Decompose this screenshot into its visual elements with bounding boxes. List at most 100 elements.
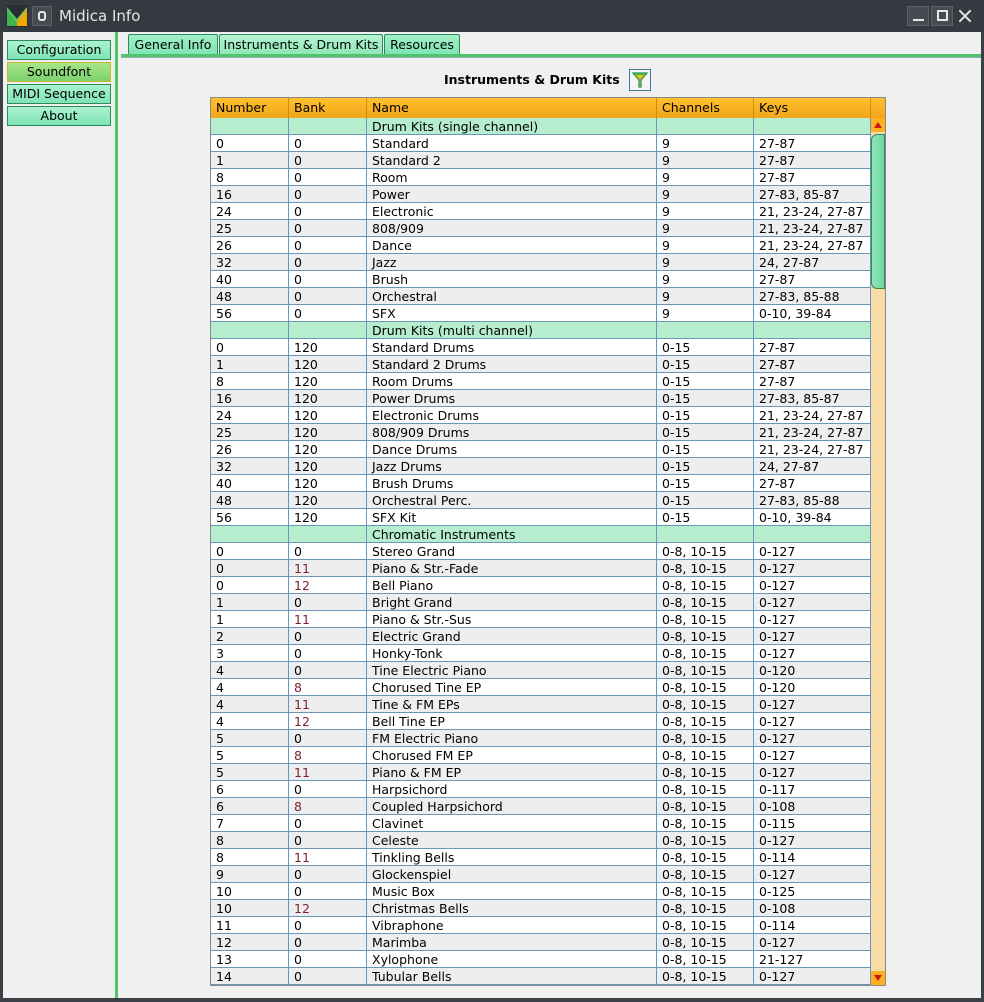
table-row[interactable]: 1 120 Standard 2 Drums 0-15 27-87 (211, 356, 871, 373)
table-row[interactable]: 8 11 Tinkling Bells 0-8, 10-15 0-114 (211, 849, 871, 866)
table-row[interactable]: 8 0 Room 9 27-87 (211, 169, 871, 186)
table-row[interactable]: 2 0 Electric Grand 0-8, 10-15 0-127 (211, 628, 871, 645)
table-row[interactable]: 14 0 Tubular Bells 0-8, 10-15 0-127 (211, 968, 871, 985)
category-row[interactable]: Drum Kits (single channel) (211, 118, 871, 135)
cell-channels: 0-8, 10-15 (657, 628, 754, 645)
tab-instruments-drum-kits[interactable]: Instruments & Drum Kits (219, 34, 383, 55)
cell-bank: 0 (289, 271, 367, 288)
table-row[interactable]: 40 0 Brush 9 27-87 (211, 271, 871, 288)
cell-keys: 0-127 (754, 611, 871, 628)
cell-keys: 27-87 (754, 373, 871, 390)
table-row[interactable]: 13 0 Xylophone 0-8, 10-15 21-127 (211, 951, 871, 968)
scrollbar-thumb[interactable] (871, 134, 885, 289)
cell-keys: 21, 23-24, 27-87 (754, 237, 871, 254)
cell-channels: 0-8, 10-15 (657, 594, 754, 611)
table-row[interactable]: 9 0 Glockenspiel 0-8, 10-15 0-127 (211, 866, 871, 883)
table-row[interactable]: 32 0 Jazz 9 24, 27-87 (211, 254, 871, 271)
column-header[interactable]: Number (211, 98, 289, 118)
instruments-table[interactable]: Number Bank Name Channels Keys Drum Kits (si… (210, 97, 886, 986)
table-row[interactable]: 24 120 Electronic Drums 0-15 21, 23-24, 27-8… (211, 407, 871, 424)
table-row[interactable]: 25 0 808/909 9 21, 23-24, 27-87 (211, 220, 871, 237)
table-row[interactable]: 26 120 Dance Drums 0-15 21, 23-24, 27-87 (211, 441, 871, 458)
cell-keys: 27-83, 85-88 (754, 288, 871, 305)
table-row[interactable]: 1 11 Piano & Str.-Sus 0-8, 10-15 0-127 (211, 611, 871, 628)
table-row[interactable]: 56 0 SFX 9 0-10, 39-84 (211, 305, 871, 322)
table-row[interactable]: 16 0 Power 9 27-83, 85-87 (211, 186, 871, 203)
cell-number: 26 (211, 441, 289, 458)
cell-bank: 0 (289, 288, 367, 305)
cell-number: 5 (211, 764, 289, 781)
table-row[interactable]: 3 0 Honky-Tonk 0-8, 10-15 0-127 (211, 645, 871, 662)
table-row[interactable]: 1 0 Bright Grand 0-8, 10-15 0-127 (211, 594, 871, 611)
title-bar[interactable]: Midica Info (0, 0, 984, 32)
column-header[interactable]: Name (367, 98, 657, 118)
table-row[interactable]: 10 12 Christmas Bells 0-8, 10-15 0-108 (211, 900, 871, 917)
table-row[interactable]: 25 120 808/909 Drums 0-15 21, 23-24, 27-87 (211, 424, 871, 441)
app-window: Midica Info Configuration Soundfont MIDI… (0, 0, 984, 1002)
column-header[interactable]: Bank (289, 98, 367, 118)
minimize-icon[interactable] (907, 6, 929, 26)
table-header: Number Bank Name Channels Keys (211, 98, 871, 118)
table-row[interactable]: 0 0 Stereo Grand 0-8, 10-15 0-127 (211, 543, 871, 560)
window-menu-button[interactable] (32, 6, 52, 26)
table-row[interactable]: 8 0 Celeste 0-8, 10-15 0-127 (211, 832, 871, 849)
table-row[interactable]: 0 12 Bell Piano 0-8, 10-15 0-127 (211, 577, 871, 594)
table-row[interactable]: 32 120 Jazz Drums 0-15 24, 27-87 (211, 458, 871, 475)
sidebar-item-about[interactable]: About (7, 106, 111, 126)
cell-channels: 9 (657, 220, 754, 237)
table-row[interactable]: 5 8 Chorused FM EP 0-8, 10-15 0-127 (211, 747, 871, 764)
column-header[interactable]: Channels (657, 98, 754, 118)
sidebar-item-configuration[interactable]: Configuration (7, 40, 111, 60)
cell-channels: 0-8, 10-15 (657, 611, 754, 628)
category-row[interactable]: Drum Kits (multi channel) (211, 322, 871, 339)
table-row[interactable]: 6 0 Harpsichord 0-8, 10-15 0-117 (211, 781, 871, 798)
cell-name: Bell Piano (367, 577, 657, 594)
table-row[interactable]: 48 120 Orchestral Perc. 0-15 27-83, 85-88 (211, 492, 871, 509)
table-row[interactable]: 40 120 Brush Drums 0-15 27-87 (211, 475, 871, 492)
cell-name: Vibraphone (367, 917, 657, 934)
table-header-corner (871, 98, 885, 118)
tab-general-info[interactable]: General Info (128, 34, 218, 55)
table-row[interactable]: 4 11 Tine & FM EPs 0-8, 10-15 0-127 (211, 696, 871, 713)
sidebar-item-midi-sequence[interactable]: MIDI Sequence (7, 84, 111, 104)
close-icon[interactable] (955, 6, 977, 26)
filter-button[interactable] (629, 69, 651, 91)
table-row[interactable]: 4 8 Chorused Tine EP 0-8, 10-15 0-120 (211, 679, 871, 696)
table-row[interactable]: 5 11 Piano & FM EP 0-8, 10-15 0-127 (211, 764, 871, 781)
table-row[interactable]: 12 0 Marimba 0-8, 10-15 0-127 (211, 934, 871, 951)
maximize-icon[interactable] (931, 6, 953, 26)
table-row[interactable]: 26 0 Dance 9 21, 23-24, 27-87 (211, 237, 871, 254)
table-row[interactable]: 7 0 Clavinet 0-8, 10-15 0-115 (211, 815, 871, 832)
table-row[interactable]: 0 120 Standard Drums 0-15 27-87 (211, 339, 871, 356)
table-row[interactable]: 6 8 Coupled Harpsichord 0-8, 10-15 0-108 (211, 798, 871, 815)
vertical-scrollbar[interactable] (871, 118, 885, 985)
table-row[interactable]: 10 0 Music Box 0-8, 10-15 0-125 (211, 883, 871, 900)
table-row[interactable]: 1 0 Standard 2 9 27-87 (211, 152, 871, 169)
cell-keys: 0-125 (754, 883, 871, 900)
cell-keys: 21, 23-24, 27-87 (754, 203, 871, 220)
table-row[interactable]: 24 0 Electronic 9 21, 23-24, 27-87 (211, 203, 871, 220)
cell-bank: 12 (289, 900, 367, 917)
sidebar-item-soundfont[interactable]: Soundfont (7, 62, 111, 82)
cell-bank: 8 (289, 798, 367, 815)
table-row[interactable]: 56 120 SFX Kit 0-15 0-10, 39-84 (211, 509, 871, 526)
cell-keys: 0-10, 39-84 (754, 509, 871, 526)
scroll-up-icon[interactable] (871, 118, 885, 132)
table-row[interactable]: 0 0 Standard 9 27-87 (211, 135, 871, 152)
table-row[interactable]: 11 0 Vibraphone 0-8, 10-15 0-114 (211, 917, 871, 934)
table-row[interactable]: 8 120 Room Drums 0-15 27-87 (211, 373, 871, 390)
table-row[interactable]: 16 120 Power Drums 0-15 27-83, 85-87 (211, 390, 871, 407)
cell-number: 3 (211, 645, 289, 662)
table-row[interactable]: 48 0 Orchestral 9 27-83, 85-88 (211, 288, 871, 305)
table-row[interactable]: 5 0 FM Electric Piano 0-8, 10-15 0-127 (211, 730, 871, 747)
table-row[interactable]: 0 11 Piano & Str.-Fade 0-8, 10-15 0-127 (211, 560, 871, 577)
cell-name: Xylophone (367, 951, 657, 968)
cell-name: Tubular Bells (367, 968, 657, 985)
cell-number: 0 (211, 135, 289, 152)
column-header[interactable]: Keys (754, 98, 871, 118)
tab-resources[interactable]: Resources (384, 34, 460, 55)
category-row[interactable]: Chromatic Instruments (211, 526, 871, 543)
scroll-down-icon[interactable] (871, 971, 885, 985)
table-row[interactable]: 4 0 Tine Electric Piano 0-8, 10-15 0-120 (211, 662, 871, 679)
table-row[interactable]: 4 12 Bell Tine EP 0-8, 10-15 0-127 (211, 713, 871, 730)
